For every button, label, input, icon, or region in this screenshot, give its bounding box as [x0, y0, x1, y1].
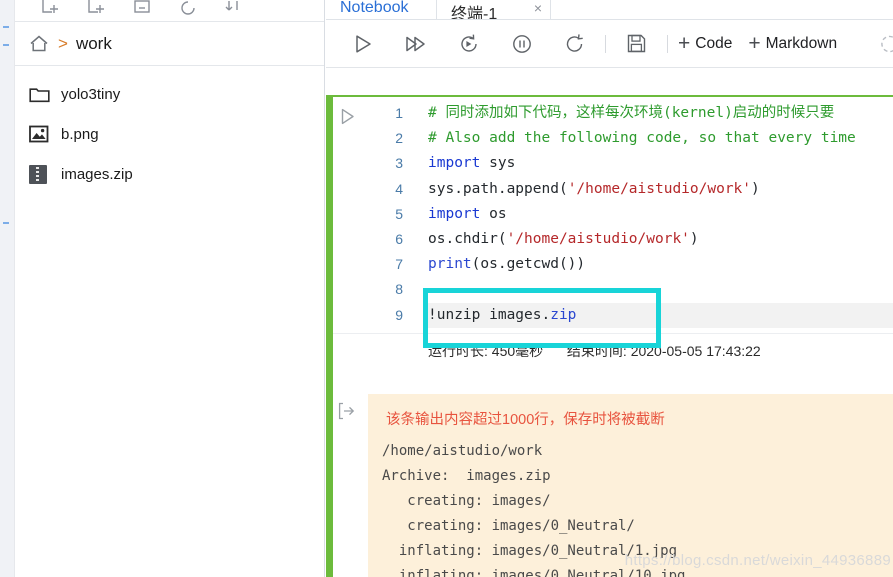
- code-editor[interactable]: 1 # 同时添加如下代码，这样每次环境(kernel)启动的时候只要 2 # Also…: [368, 101, 893, 333]
- add-code-label: Code: [695, 34, 733, 52]
- code-text: # 同时添加如下代码，这样每次环境(kernel)启动的时候只要: [428, 105, 835, 121]
- home-icon[interactable]: [29, 34, 49, 53]
- breadcrumb-current: work: [75, 33, 112, 53]
- output-accent-bar: [326, 371, 333, 577]
- breadcrumb-separator: >: [58, 34, 68, 53]
- duration-value: 450毫秒: [491, 343, 544, 359]
- kernel-status-icon[interactable]: [880, 34, 893, 53]
- list-item[interactable]: b.png: [15, 114, 324, 154]
- file-name: b.png: [61, 125, 99, 143]
- line-number: 1: [395, 105, 403, 121]
- add-markdown-label: Markdown: [765, 34, 838, 52]
- line-number: 7: [395, 256, 403, 273]
- notebook-panel: Notebook 终端-1 × + Code + Markdown 1 # 同时…: [326, 0, 893, 577]
- code-line-5[interactable]: 5 import os: [368, 202, 893, 227]
- save-button[interactable]: [610, 22, 663, 66]
- code-cell[interactable]: 1 # 同时添加如下代码，这样每次环境(kernel)启动的时候只要 2 # Also…: [326, 95, 893, 371]
- line-number: 4: [395, 180, 403, 197]
- rail-tick: [3, 44, 9, 46]
- file-browser-panel: > work yolo3tiny b.png images.zip: [15, 0, 325, 577]
- code-line-6[interactable]: 6 os.chdir('/home/aistudio/work'): [368, 227, 893, 252]
- list-item[interactable]: yolo3tiny: [15, 74, 324, 114]
- add-code-button[interactable]: + Code: [672, 33, 742, 54]
- file-name: images.zip: [61, 165, 133, 183]
- line-number: 5: [395, 205, 403, 222]
- line-number: 8: [395, 281, 403, 298]
- line-number: 2: [395, 130, 403, 147]
- output-body: 该条输出内容超过1000行，保存时将被截断 /home/aistudio/wor…: [368, 394, 893, 577]
- file-name: yolo3tiny: [61, 85, 121, 103]
- folder-icon: [29, 86, 55, 103]
- activity-rail: [0, 0, 15, 577]
- rail-tick: [3, 26, 9, 28]
- code-text: # Also add the following code, so that e…: [428, 130, 856, 147]
- app-root: > work yolo3tiny b.png images.zip Notebo…: [0, 0, 893, 577]
- code-text: import os: [428, 205, 507, 222]
- toolbar-divider: [605, 34, 606, 53]
- refresh-icon[interactable]: [165, 0, 211, 21]
- restart-and-run-button[interactable]: [442, 22, 495, 66]
- run-all-button[interactable]: [389, 22, 442, 66]
- cell-output: 该条输出内容超过1000行，保存时将被截断 /home/aistudio/wor…: [326, 371, 893, 577]
- code-text: !unzip images.zip: [428, 302, 893, 328]
- code-text: print(os.getcwd()): [428, 256, 586, 273]
- tab-bar: Notebook 终端-1 ×: [326, 0, 893, 20]
- code-line-3[interactable]: 3 import sys: [368, 151, 893, 176]
- code-line-9[interactable]: 9 !unzip images.zip: [368, 302, 893, 328]
- code-text: import sys: [428, 155, 516, 172]
- zip-file-icon: [29, 164, 55, 184]
- code-line-7[interactable]: 7 print(os.getcwd()): [368, 252, 893, 277]
- code-line-1[interactable]: 1 # 同时添加如下代码，这样每次环境(kernel)启动的时候只要: [368, 101, 893, 126]
- end-time-label: 结束时间:: [566, 343, 627, 359]
- toolbar-divider: [667, 34, 668, 53]
- upload-icon[interactable]: [119, 0, 165, 21]
- image-file-icon: [29, 125, 55, 143]
- new-file-icon[interactable]: [73, 0, 119, 21]
- tab-label: 终端-1: [451, 6, 498, 19]
- end-time-value: 2020-05-05 17:43:22: [630, 343, 761, 359]
- run-cell-button[interactable]: [336, 22, 389, 66]
- duration-label: 运行时长:: [428, 343, 488, 359]
- plus-icon: +: [748, 32, 761, 55]
- line-number: 3: [395, 155, 403, 172]
- restart-kernel-button[interactable]: [548, 22, 601, 66]
- line-number: 6: [395, 231, 403, 248]
- sort-icon[interactable]: [211, 0, 257, 21]
- cell-execution-status: 运行时长: 450毫秒 结束时间: 2020-05-05 17:43:22: [326, 333, 893, 371]
- code-line-4[interactable]: 4 sys.path.append('/home/aistudio/work'): [368, 177, 893, 202]
- line-number: 9: [395, 306, 403, 323]
- code-text: sys.path.append('/home/aistudio/work'): [428, 180, 760, 197]
- tab-label: Notebook: [340, 0, 409, 16]
- rail-tick: [3, 222, 9, 224]
- code-line-2[interactable]: 2 # Also add the following code, so that …: [368, 126, 893, 151]
- add-markdown-button[interactable]: + Markdown: [742, 33, 847, 54]
- plus-icon: +: [678, 32, 691, 55]
- cell-run-button[interactable]: [326, 101, 368, 333]
- file-browser-toolbar: [15, 0, 324, 22]
- output-truncation-warning: 该条输出内容超过1000行，保存时将被截断: [386, 412, 665, 428]
- tab-terminal-1[interactable]: 终端-1 ×: [436, 0, 551, 19]
- new-folder-icon[interactable]: [27, 0, 73, 21]
- file-list: yolo3tiny b.png images.zip: [15, 66, 324, 194]
- interrupt-button[interactable]: [495, 22, 548, 66]
- output-text: /home/aistudio/work Archive: images.zip …: [382, 443, 686, 577]
- notebook-toolbar: + Code + Markdown: [326, 20, 893, 68]
- breadcrumb[interactable]: > work: [15, 22, 324, 66]
- tab-notebook[interactable]: Notebook: [340, 0, 409, 19]
- close-icon[interactable]: ×: [534, 0, 542, 16]
- code-line-8[interactable]: 8: [368, 277, 893, 302]
- list-item[interactable]: images.zip: [15, 154, 324, 194]
- code-text: os.chdir('/home/aistudio/work'): [428, 231, 699, 248]
